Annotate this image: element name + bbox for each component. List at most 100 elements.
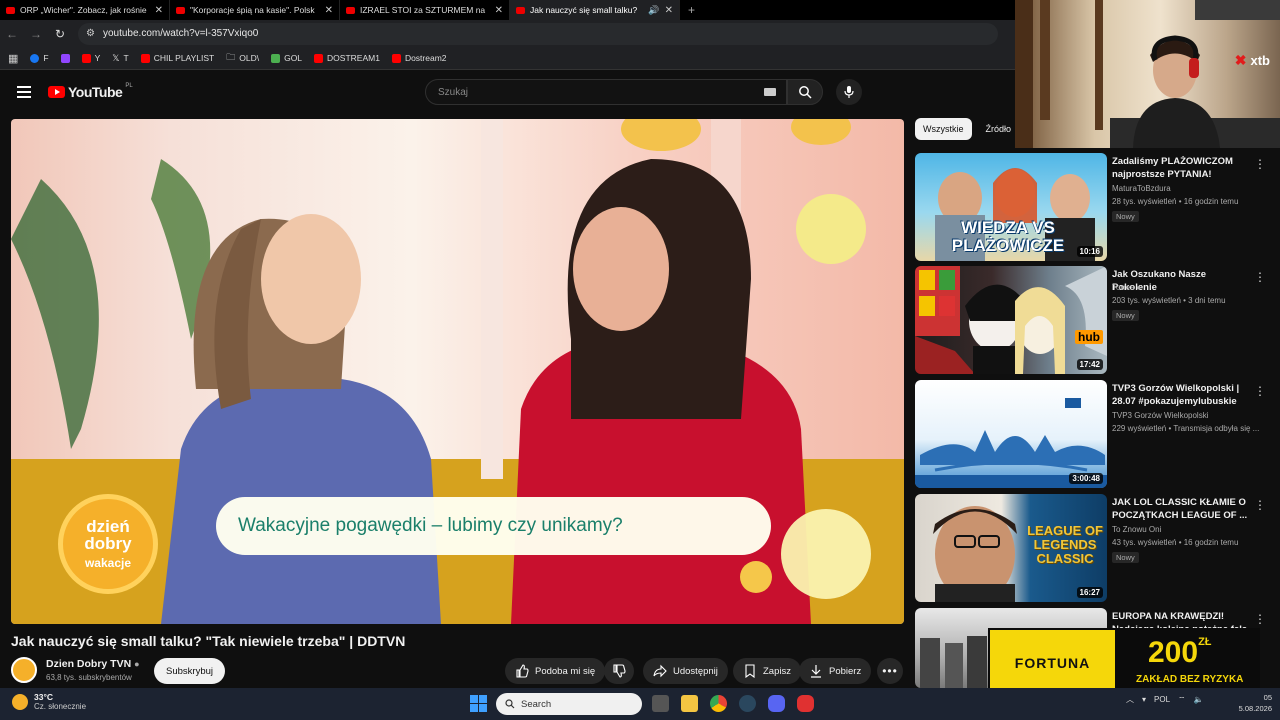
chip-source[interactable]: Źródło [978, 118, 1020, 140]
discord-icon[interactable] [768, 695, 785, 712]
dislike-button[interactable] [604, 658, 634, 684]
close-tab-icon[interactable]: ✕ [325, 5, 333, 16]
channel-name[interactable]: TVP3 Gorzów Wielkopolski [1112, 411, 1208, 420]
search-button[interactable] [787, 79, 823, 105]
new-tab-icon[interactable]: + [680, 3, 703, 17]
channel-name[interactable]: MaturaToBzdura [1112, 184, 1171, 193]
download-button[interactable]: Pobierz [799, 658, 872, 684]
voice-search-button[interactable] [836, 79, 862, 105]
recommended-video[interactable]: hub 17:42 Jak Oszukano Nasze Pokolenie T… [915, 266, 1275, 374]
recommended-video[interactable]: 3:00:48 TVP3 Gorzów Wielkopolski | 28.07… [915, 380, 1275, 488]
video-thumbnail[interactable]: WIEDZA VS PLAŻOWICZE 10:16 [915, 153, 1107, 261]
bookmark-label: Dostream2 [404, 53, 447, 63]
more-vertical-icon[interactable]: ⋮ [1254, 384, 1266, 398]
bookmark-item[interactable]: 𝕏T [112, 53, 128, 64]
clock[interactable]: 05 5.08.2026 [1239, 692, 1272, 714]
steam-icon[interactable] [739, 695, 756, 712]
clock-date: 5.08.2026 [1238, 704, 1272, 713]
windows-start-icon[interactable] [470, 695, 487, 712]
recommended-video[interactable]: LEAGUE OF LEGENDS CLASSIC 16:27 JAK LOL … [915, 494, 1275, 602]
channel-name[interactable]: Torres ● [1112, 283, 1141, 292]
thumbnail-image [915, 266, 1107, 374]
network-icon[interactable]: ▾ [1142, 695, 1146, 704]
bookmark-item[interactable]: DOSTREAM1 [314, 53, 380, 63]
apps-grid-icon[interactable]: ▦ [8, 52, 18, 65]
bookmark-icon [745, 664, 755, 678]
browser-tab[interactable]: "Korporacje śpią na kasie". Polsk ✕ [170, 0, 340, 20]
channel-name-text: Torres [1112, 283, 1135, 292]
more-vertical-icon[interactable]: ⋮ [1254, 498, 1266, 512]
bookmark-item[interactable]: GOL [271, 53, 302, 63]
close-tab-icon[interactable]: ✕ [665, 5, 673, 16]
youtube-favicon-icon [176, 6, 185, 14]
like-label: Podoba mi się [535, 665, 596, 677]
taskbar-search[interactable]: Search [496, 693, 642, 715]
bookmark-label: DOSTREAM1 [327, 53, 380, 63]
bookmark-folder[interactable]: 🗀 OLD\ [226, 50, 259, 66]
video-thumbnail[interactable]: hub 17:42 [915, 266, 1107, 374]
back-icon[interactable]: ← [0, 27, 24, 41]
video-meta: 28 tys. wyświetleń • 16 godzin temu [1112, 197, 1239, 206]
bookmark-item[interactable]: Y [81, 53, 100, 63]
browser-tab-active[interactable]: Jak nauczyć się small talku? 🔊 ✕ [510, 0, 680, 20]
search-input[interactable]: Szukaj [425, 79, 787, 105]
video-duration: 3:00:48 [1069, 473, 1103, 484]
video-player[interactable]: dzień dobry wakacje Wakacyjne pogawędki … [11, 119, 904, 624]
keyboard-icon[interactable] [764, 88, 776, 96]
speaker-icon[interactable]: 🔊 [648, 5, 659, 16]
chip-all[interactable]: Wszystkie [915, 118, 972, 140]
bookmark-item[interactable]: Dostream2 [391, 53, 447, 63]
video-duration: 16:27 [1076, 587, 1103, 598]
video-duration: 10:16 [1076, 246, 1103, 257]
chevron-up-icon[interactable]: ︿ [1126, 694, 1134, 705]
bookmark-label: OLD\ [239, 53, 260, 63]
more-actions-button[interactable]: ••• [877, 658, 903, 684]
like-button[interactable]: Podoba mi się [505, 658, 606, 684]
facebook-icon [30, 53, 40, 63]
bookmark-item[interactable]: CHIL PLAYLIST [140, 53, 214, 63]
bookmark-label: F [43, 53, 49, 63]
recommended-video[interactable]: WIEDZA VS PLAŻOWICZE 10:16 Zadaliśmy PLA… [915, 153, 1275, 261]
more-vertical-icon[interactable]: ⋮ [1254, 612, 1266, 626]
youtube-play-icon [48, 86, 65, 98]
bookmark-item[interactable] [60, 53, 70, 63]
share-button[interactable]: Udostępnij [643, 658, 728, 684]
close-tab-icon[interactable]: ✕ [495, 5, 503, 16]
reload-icon[interactable]: ↻ [48, 27, 72, 41]
more-vertical-icon[interactable]: ⋮ [1254, 270, 1266, 284]
bookmark-item[interactable]: F [30, 53, 49, 63]
more-vertical-icon[interactable]: ⋮ [1254, 157, 1266, 171]
forward-icon[interactable]: → [24, 27, 48, 41]
ad-tagline: ZAKŁAD BEZ RYZYKA [1136, 674, 1244, 685]
save-button[interactable]: Zapisz [733, 658, 801, 684]
app-icon[interactable] [797, 695, 814, 712]
search-placeholder: Search [521, 698, 552, 710]
file-explorer-icon[interactable] [681, 695, 698, 712]
wifi-icon[interactable]: ⌔ [1178, 695, 1186, 705]
channel-name[interactable]: Dzien Dobry TVN ● [46, 658, 140, 670]
address-bar[interactable]: ⚙ youtube.com/watch?v=l-357Vxiqo0 [78, 22, 998, 45]
site-info-icon[interactable]: ⚙ [86, 28, 95, 39]
search-icon [505, 699, 515, 709]
share-icon [653, 664, 667, 678]
volume-icon[interactable]: 🔈 [1194, 695, 1204, 704]
browser-tab[interactable]: ORP „Wicher". Zobacz, jak rośnie ✕ [0, 0, 170, 20]
video-thumbnail[interactable]: LEAGUE OF LEGENDS CLASSIC 16:27 [915, 494, 1107, 602]
browser-tab[interactable]: IZRAEL STOI za SZTURMEM na ✕ [340, 0, 510, 20]
channel-avatar[interactable] [11, 657, 37, 683]
badge-line: dobry [84, 534, 132, 553]
language-indicator[interactable]: POL [1154, 695, 1170, 704]
video-title[interactable]: Zadaliśmy PLAŻOWICZOM najprostsze PYTANI… [1112, 155, 1252, 181]
channel-name[interactable]: To Znowu Oni [1112, 525, 1161, 534]
chrome-icon[interactable] [710, 695, 727, 712]
video-title[interactable]: JAK LOL CLASSIC KŁAMIE O POCZĄTKACH LEAG… [1112, 496, 1252, 522]
close-tab-icon[interactable]: ✕ [155, 5, 163, 16]
video-title[interactable]: TVP3 Gorzów Wielkopolski | 28.07 #pokazu… [1112, 382, 1252, 408]
youtube-logo[interactable]: YouTube PL [48, 83, 133, 100]
task-view-icon[interactable] [652, 695, 669, 712]
weather-widget[interactable]: 33°C Cz. słonecznie [12, 692, 86, 711]
hamburger-menu-icon[interactable] [17, 86, 31, 101]
video-thumbnail[interactable]: 3:00:48 [915, 380, 1107, 488]
weather-description: Cz. słonecznie [34, 702, 87, 711]
subscribe-button[interactable]: Subskrybuj [154, 658, 225, 684]
